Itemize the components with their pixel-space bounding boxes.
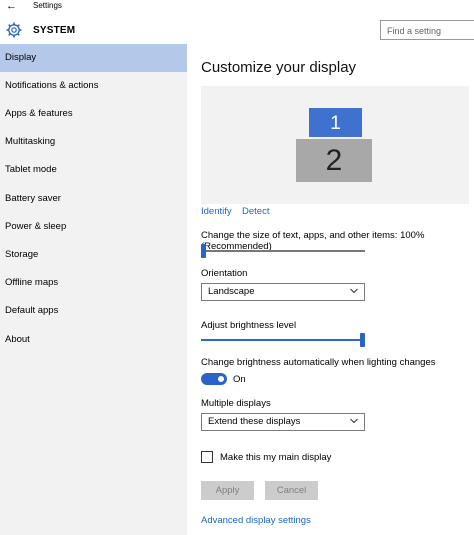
toggle-knob: [218, 376, 224, 382]
multiple-displays-value: Extend these displays: [208, 416, 301, 427]
brightness-label: Adjust brightness level: [201, 320, 297, 331]
chevron-down-icon: [350, 418, 358, 424]
scale-slider[interactable]: [201, 244, 365, 258]
window-title: Settings: [33, 1, 62, 10]
sidebar: Display Notifications & actions Apps & f…: [0, 44, 187, 535]
sidebar-item-offline-maps[interactable]: Offline maps: [0, 269, 187, 297]
monitor-1[interactable]: 1: [309, 108, 362, 137]
multiple-displays-label: Multiple displays: [201, 398, 271, 409]
search-input[interactable]: [381, 22, 474, 40]
page-title: Customize your display: [201, 59, 357, 76]
cancel-button[interactable]: Cancel: [265, 481, 318, 500]
identify-link[interactable]: Identify: [201, 206, 232, 217]
monitor-2[interactable]: 2: [296, 139, 372, 182]
brightness-slider-fill: [201, 339, 363, 341]
gear-icon: [6, 22, 22, 38]
detect-link[interactable]: Detect: [242, 206, 269, 217]
sidebar-item-tablet-mode[interactable]: Tablet mode: [0, 156, 187, 184]
title-bar: ← Settings: [0, 0, 474, 14]
main-display-checkbox[interactable]: [201, 451, 213, 463]
multiple-displays-dropdown[interactable]: Extend these displays: [201, 413, 365, 431]
header: SYSTEM: [0, 14, 474, 44]
advanced-display-settings-link[interactable]: Advanced display settings: [201, 515, 311, 526]
sidebar-item-battery-saver[interactable]: Battery saver: [0, 185, 187, 213]
sidebar-item-power-sleep[interactable]: Power & sleep: [0, 213, 187, 241]
display-arrangement-preview: 1 2: [201, 86, 469, 204]
search-box[interactable]: [380, 20, 474, 40]
back-arrow-icon[interactable]: ←: [6, 0, 17, 12]
sidebar-item-default-apps[interactable]: Default apps: [0, 297, 187, 325]
auto-brightness-state: On: [233, 374, 246, 385]
orientation-label: Orientation: [201, 268, 248, 279]
auto-brightness-toggle[interactable]: [201, 373, 227, 385]
sidebar-item-about[interactable]: About: [0, 326, 187, 354]
auto-brightness-label: Change brightness automatically when lig…: [201, 357, 436, 368]
scale-slider-track: [201, 250, 365, 252]
sidebar-item-apps-features[interactable]: Apps & features: [0, 100, 187, 128]
apply-button[interactable]: Apply: [201, 481, 254, 500]
sidebar-item-multitasking[interactable]: Multitasking: [0, 128, 187, 156]
sidebar-item-notifications[interactable]: Notifications & actions: [0, 72, 187, 100]
chevron-down-icon: [350, 288, 358, 294]
section-title: SYSTEM: [33, 25, 76, 36]
orientation-dropdown[interactable]: Landscape: [201, 283, 365, 301]
sidebar-item-storage[interactable]: Storage: [0, 241, 187, 269]
main-content: Customize your display 1 2 Identify Dete…: [187, 44, 474, 535]
main-display-label: Make this my main display: [220, 452, 332, 463]
scale-slider-thumb[interactable]: [201, 244, 206, 258]
orientation-value: Landscape: [208, 286, 255, 297]
brightness-slider-thumb[interactable]: [360, 333, 365, 347]
brightness-slider[interactable]: [201, 333, 365, 347]
sidebar-item-display[interactable]: Display: [0, 44, 187, 72]
